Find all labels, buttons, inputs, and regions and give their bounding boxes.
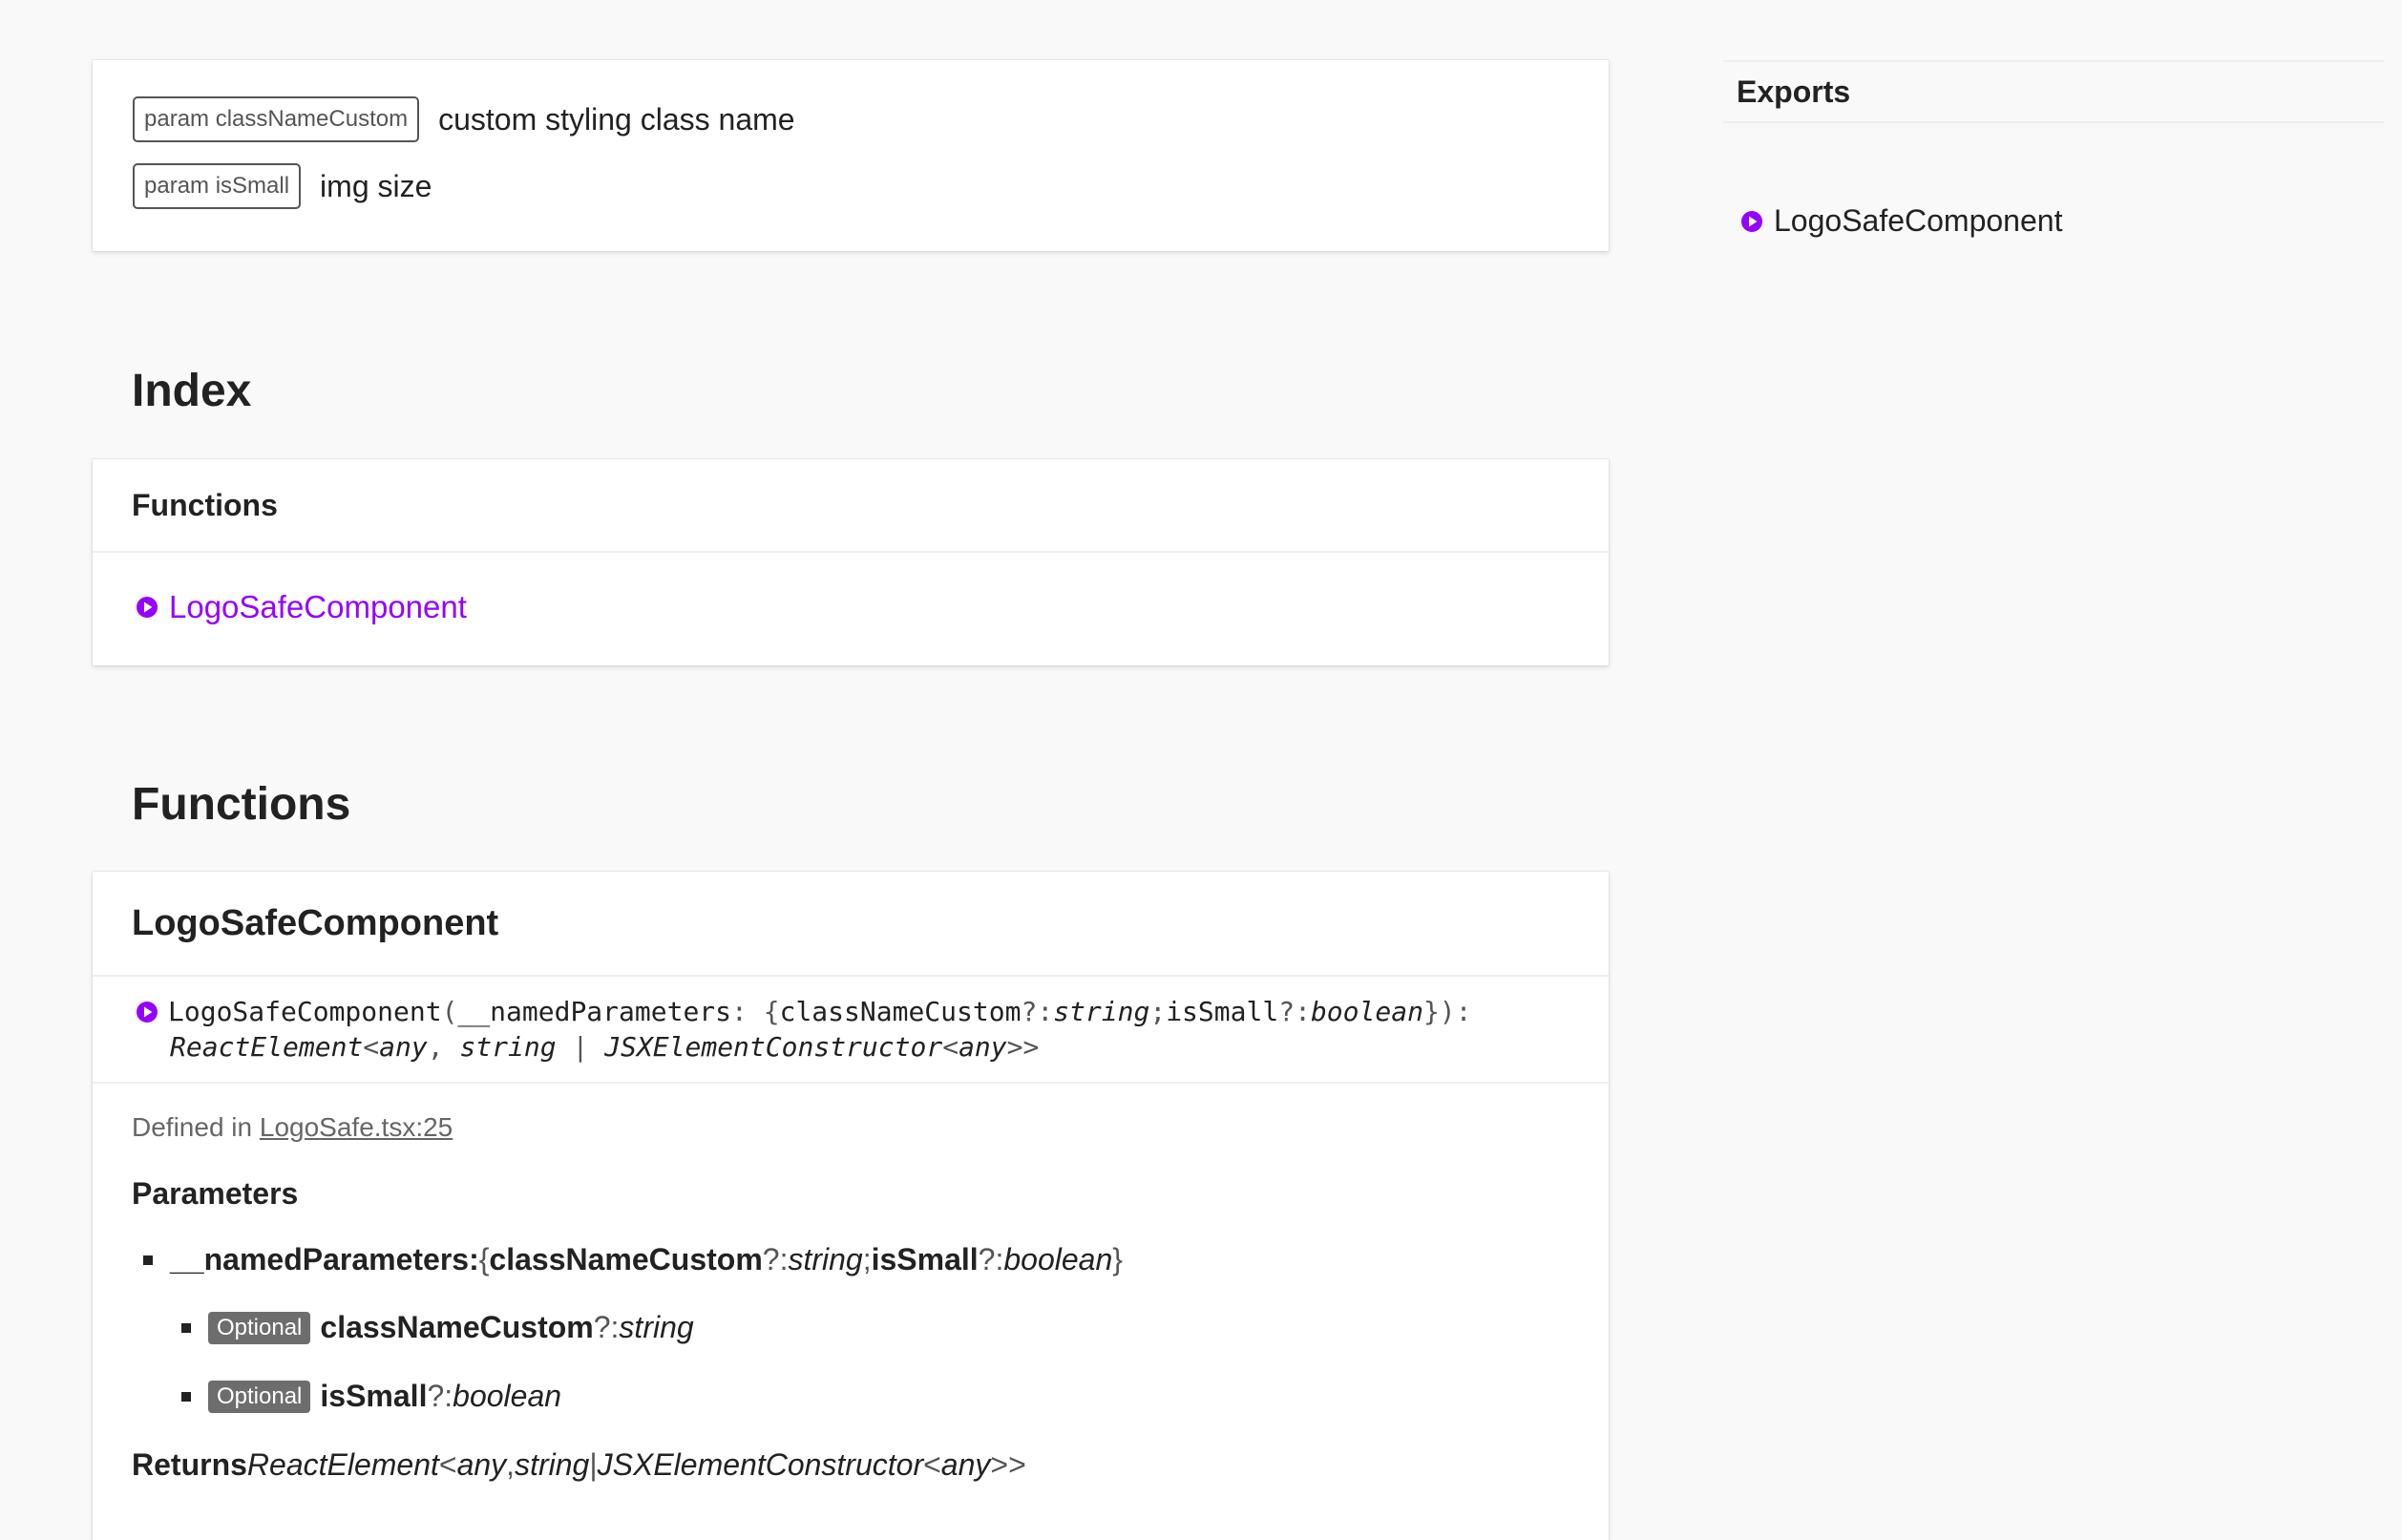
sub-param-type: string [619,1310,694,1344]
named-param-classnamecustom: classNameCustom [489,1242,763,1276]
signature-return-jsx: JSXElementConstructor [604,1031,943,1063]
signature-line-1: LogoSafeComponent(__namedParameters: { c… [136,996,1472,1027]
named-parameters-open: { [478,1242,490,1276]
function-icon [137,597,158,618]
optional-badge: Optional [208,1380,311,1413]
returns-gt: >> [990,1447,1026,1482]
signature-open-paren: ( [441,996,458,1027]
param-tag-classnamecustom: param classNameCustom [133,96,420,142]
signature-return-any: any [379,1031,428,1063]
bullet [181,1391,191,1402]
returns-lt-2: < [923,1447,941,1482]
optional-badge: Optional [208,1311,311,1344]
param-description-classnamecustom: custom styling class name [438,101,795,137]
returns-pipe: | [589,1447,598,1482]
param-tag-row-issmall: param isSmall img size [133,163,432,209]
function-icon [137,1001,158,1023]
returns-any: any [456,1447,507,1482]
named-param-separator: ; [862,1242,872,1276]
function-panel: LogoSafeComponent LogoSafeComponent(__na… [93,872,1609,1540]
returns-jsx: JSXElementConstructor [597,1447,924,1482]
signature-param-issmall: isSmall [1166,996,1279,1027]
named-param-issmall: isSmall [871,1242,979,1276]
index-link-logosafecomponent[interactable]: LogoSafeComponent [136,589,467,625]
index-link-label: LogoSafeComponent [169,589,467,624]
functions-heading: Functions [132,779,351,830]
returns-any-2: any [940,1447,991,1482]
named-param-optional-2: ?: [978,1242,1004,1276]
defined-in: Defined in LogoSafe.tsx:25 [132,1112,453,1143]
source-link[interactable]: LogoSafe.tsx:25 [260,1112,453,1142]
returns-row: Returns ReactElement < any, string | JSXEl… [132,1447,1026,1483]
exports-title: Exports [1723,60,2384,123]
signature-optional-2: ?: [1278,996,1311,1027]
returns-reactelement: ReactElement [246,1447,439,1482]
returns-lt-1: < [438,1447,457,1482]
signature-line-2: ReactElement<any, string | JSXElementCon… [170,1031,1039,1063]
named-param-type-boolean: boolean [1003,1242,1113,1276]
signature-optional-1: ?: [1021,996,1054,1027]
sub-param-name: classNameCustom [320,1310,594,1344]
index-heading: Index [132,366,252,416]
signature-return-reactelement: ReactElement [170,1031,364,1063]
comment-panel: param classNameCustom custom styling cla… [93,60,1609,251]
function-signature: LogoSafeComponent(__namedParameters: { c… [93,977,1609,1084]
signature-lt-1: < [363,1031,380,1063]
bullet [143,1255,153,1265]
function-title: LogoSafeComponent [93,872,1609,977]
named-parameters-name: __namedParameters: [170,1242,479,1276]
signature-param-classnamecustom: classNameCustom [779,996,1022,1027]
exports-link-label: LogoSafeComponent [1774,203,2063,238]
signature-return-any-2: any [959,1031,1007,1063]
signature-return-string: string [459,1031,557,1063]
sub-param-row-issmall: Optional isSmall?: boolean [181,1379,561,1414]
sub-param-row-classnamecustom: Optional classNameCustom?: string [181,1310,694,1345]
returns-string: string [515,1447,590,1482]
sub-param-type: boolean [453,1379,562,1413]
exports-link-logosafecomponent[interactable]: LogoSafeComponent [1740,203,2062,239]
named-param-type-string: string [788,1242,863,1276]
returns-comma: , [506,1447,516,1482]
signature-separator: ; [1149,996,1167,1027]
signature-comma: , [427,1031,460,1063]
param-description-issmall: img size [320,168,432,203]
parameters-title: Parameters [132,1176,299,1211]
signature-pipe: | [556,1031,605,1063]
signature-type-string: string [1053,996,1150,1027]
param-tag-row-classnamecustom: param classNameCustom custom styling cla… [133,96,795,142]
named-param-optional-1: ?: [762,1242,789,1276]
sub-param-optional: ?: [427,1379,453,1413]
sub-param-optional: ?: [593,1310,620,1344]
named-parameters-close: } [1112,1242,1123,1276]
bullet [181,1322,191,1333]
returns-label: Returns [132,1447,247,1482]
signature-close: }): [1422,996,1472,1027]
param-tag-issmall: param isSmall [133,163,302,209]
signature-gt: >> [1006,1031,1040,1063]
signature-name: LogoSafeComponent [168,996,442,1027]
defined-in-prefix: Defined in [132,1112,260,1142]
index-panel: Functions LogoSafeComponent [93,459,1609,665]
signature-type-boolean: boolean [1310,996,1423,1027]
signature-colon: : { [731,996,780,1027]
named-parameters-row: __namedParameters: { classNameCustom?: s… [143,1242,1123,1277]
index-group-title: Functions [93,459,1609,553]
function-icon [1741,210,1762,232]
signature-lt-2: < [942,1031,959,1063]
signature-param: __namedParameters [457,996,732,1027]
sub-param-name: isSmall [320,1379,428,1413]
